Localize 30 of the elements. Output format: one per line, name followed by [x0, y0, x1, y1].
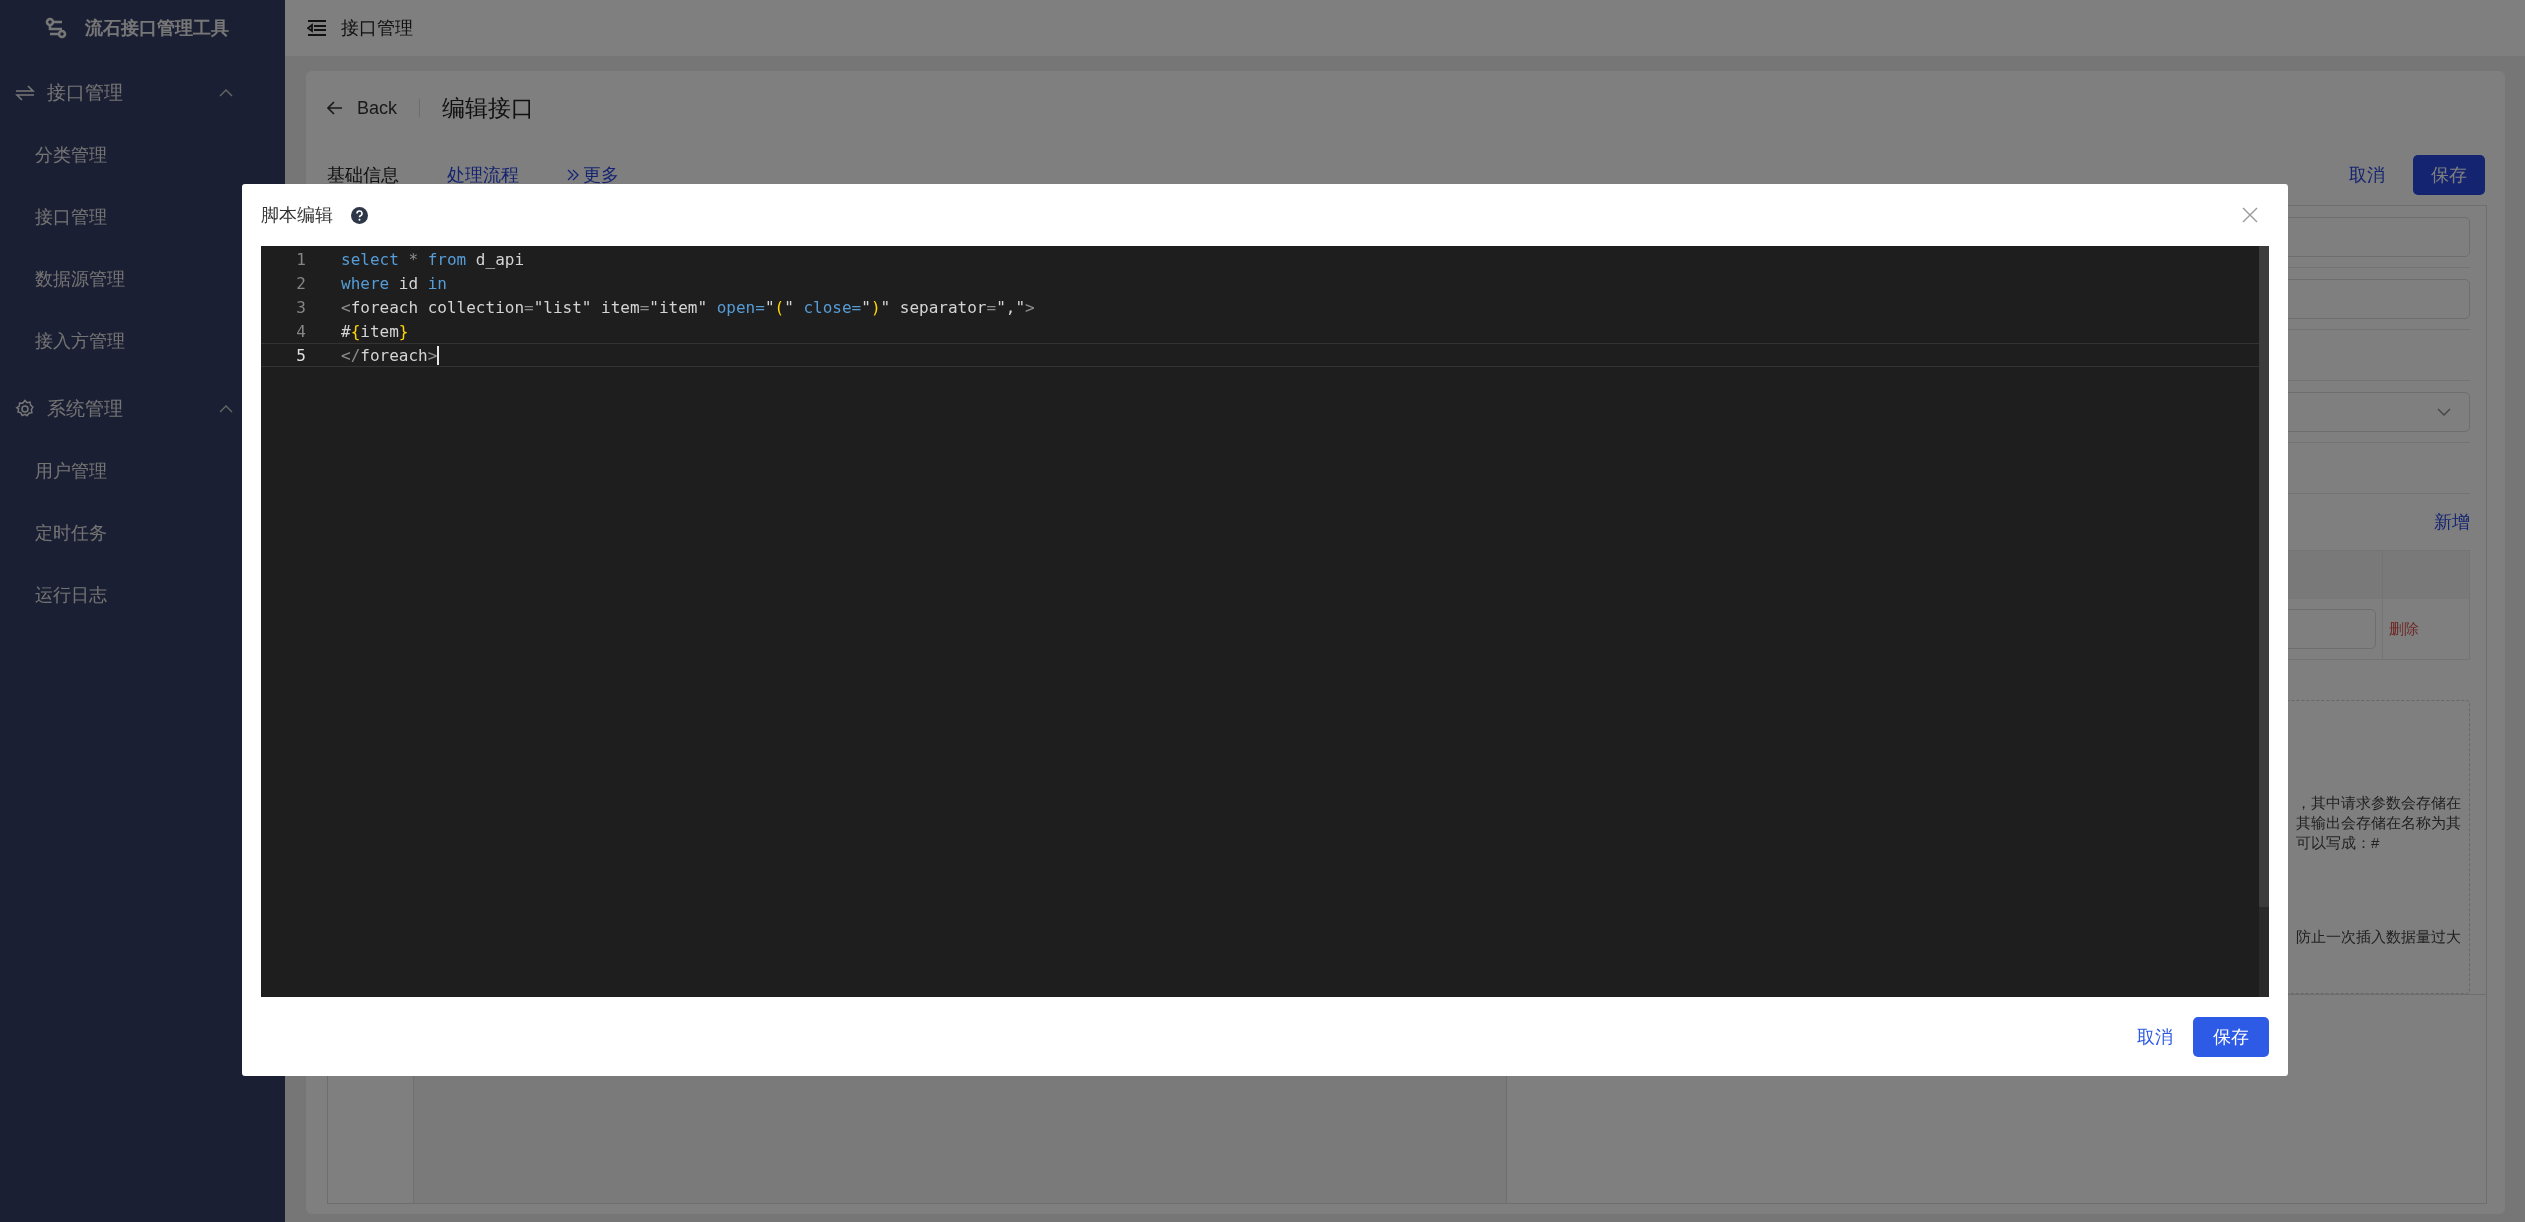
- line-number: 3: [295, 297, 307, 317]
- page-title: 编辑接口: [442, 93, 535, 123]
- help-text: ，其中请求参数会存储在: [2296, 793, 2462, 813]
- tab[interactable]: 基础信息: [327, 163, 399, 187]
- add-button[interactable]: 新增: [2434, 510, 2470, 534]
- line-number: 4: [295, 321, 307, 341]
- help-text: 防止一次插入数据量过大: [2296, 927, 2462, 947]
- more-tab[interactable]: 更多: [567, 163, 619, 187]
- cancel-button[interactable]: 取消: [2137, 1024, 2173, 1049]
- tab[interactable]: 处理流程: [447, 163, 519, 187]
- code-line: where id in: [341, 273, 447, 293]
- line-number: 1: [295, 249, 307, 269]
- cancel-button[interactable]: 取消: [2349, 163, 2385, 187]
- code-line: select * from d_api: [341, 249, 525, 269]
- dialog-title: 脚本编辑: [261, 204, 333, 227]
- help-text: 其输出会存储在名称为其: [2296, 813, 2462, 833]
- back-button[interactable]: Back: [327, 97, 398, 119]
- code-editor[interactable]: 1 select * from d_api 2 where id in 3 <foreach collection="list" item="item" open="(" close=")" separator=","> 4 #{item} 5 </foreach>: [261, 246, 2269, 997]
- code-line: #{item}: [341, 321, 409, 341]
- save-button[interactable]: 保存: [2193, 1016, 2269, 1057]
- save-button[interactable]: 保存: [2413, 155, 2485, 195]
- line-number: 5: [295, 345, 307, 365]
- help-text: 可以写成：#: [2296, 833, 2381, 853]
- code-line: </foreach>: [341, 345, 438, 365]
- line-number: 2: [295, 273, 307, 293]
- app-title: 流石接口管理工具: [85, 17, 229, 40]
- breadcrumb[interactable]: 接口管理: [341, 16, 413, 40]
- delete-link[interactable]: 删除: [2389, 619, 2419, 639]
- code-line: <foreach collection="list" item="item" open="(" close=")" separator=",">: [341, 297, 1035, 317]
- menu-group[interactable]: 接口管理: [0, 62, 285, 124]
